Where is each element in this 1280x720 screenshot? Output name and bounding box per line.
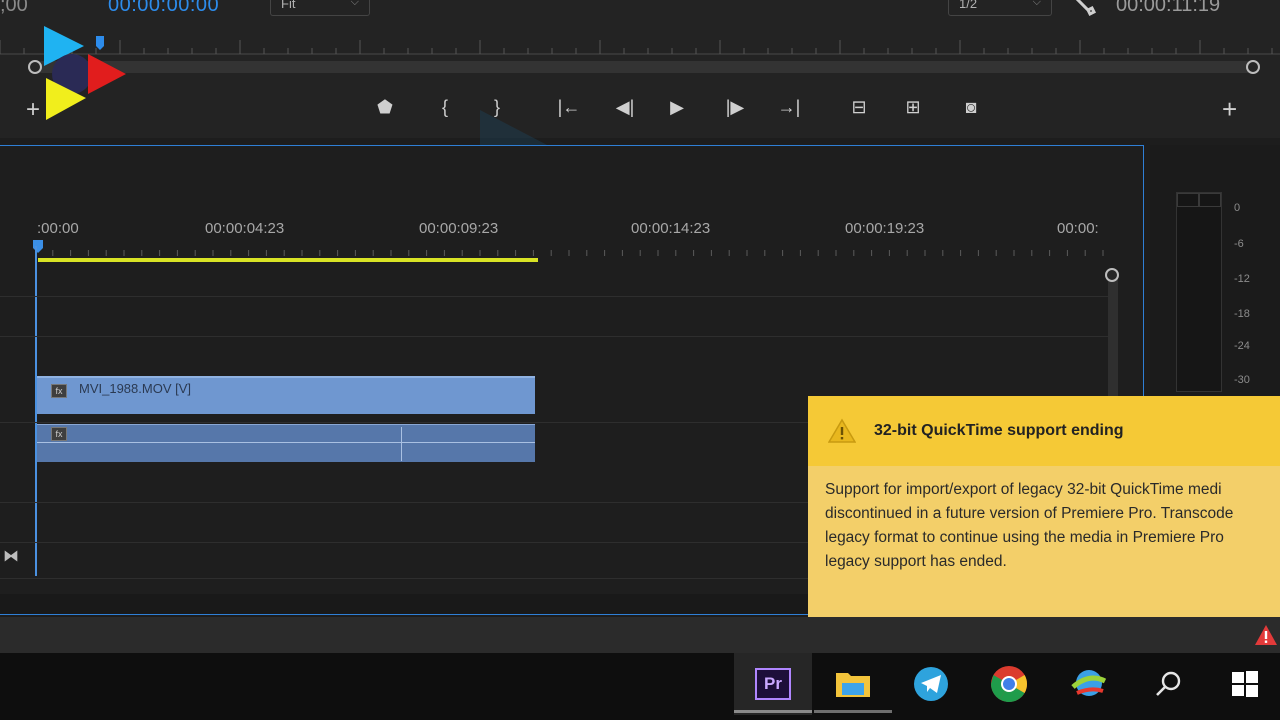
play-icon[interactable]: ▶ — [662, 92, 692, 122]
timecode-left: ;00 — [0, 0, 28, 16]
zoom-level-value: Fit — [281, 0, 296, 11]
notification-title: 32-bit QuickTime support ending — [874, 422, 1124, 439]
meter-peak-right — [1199, 193, 1221, 207]
channel-logo — [44, 26, 126, 120]
ruler-label: :00:00 — [37, 220, 79, 237]
vertical-scroll-handle[interactable] — [1105, 268, 1119, 282]
go-to-out-icon[interactable]: →| — [774, 92, 804, 122]
windows-icon — [1232, 671, 1258, 697]
meter-scale-label: -6 — [1234, 238, 1244, 250]
taskbar-chrome[interactable] — [970, 653, 1048, 715]
chevron-down-icon: ⌵ — [350, 0, 359, 8]
lift-icon[interactable]: ⊟ — [844, 92, 874, 122]
taskbar-start[interactable] — [1206, 653, 1280, 715]
scroll-handle-right[interactable] — [1246, 60, 1260, 74]
telegram-icon — [914, 667, 948, 701]
clip-name: MVI_1988.MOV [V] — [79, 381, 191, 396]
add-button-icon[interactable]: + — [26, 96, 40, 124]
render-status-bar — [38, 258, 538, 262]
meter-peak-left — [1177, 193, 1199, 207]
wrench-icon[interactable] — [1072, 0, 1098, 16]
monitor-time-ruler[interactable] — [0, 36, 1280, 58]
transport-controls: ⬟ {} |← ◀| ▶ |▶ →| ⊟ ⊞ ◙ — [370, 92, 1000, 122]
button-editor-add-icon[interactable]: + — [1222, 94, 1237, 125]
ruler-label: 00:00:04:23 — [205, 220, 285, 237]
warning-icon — [828, 418, 856, 443]
snap-icon[interactable]: ⧓ — [3, 546, 19, 566]
timeline-ruler[interactable] — [35, 238, 1115, 258]
fx-badge-icon: fx — [51, 384, 67, 398]
chevron-down-icon: ⌵ — [1032, 0, 1041, 8]
go-to-in-icon[interactable]: |← — [554, 92, 584, 122]
taskbar-premiere-pro[interactable]: Pr — [734, 653, 812, 715]
notification-body: Support for import/export of legacy 32-b… — [825, 478, 1280, 574]
active-indicator — [734, 710, 812, 713]
chrome-icon — [991, 666, 1028, 703]
audio-clip[interactable]: fx — [37, 424, 535, 462]
ruler-label: 00:00:14:23 — [631, 220, 711, 237]
ruler-label: 00:00:19:23 — [845, 220, 925, 237]
zoom-level-select[interactable]: Fit ⌵ — [270, 0, 370, 16]
audio-meter — [1176, 192, 1222, 392]
playhead-timecode[interactable]: 00:00:00:00 — [108, 0, 219, 17]
mark-out-icon[interactable]: } — [482, 92, 512, 122]
download-manager-icon — [1071, 670, 1107, 696]
quicktime-warning-notification[interactable]: 32-bit QuickTime support ending Support … — [808, 396, 1280, 618]
monitor-zoom-scrollbar[interactable] — [36, 61, 1254, 73]
resolution-value: 1/2 — [959, 0, 978, 11]
status-bar — [0, 617, 1280, 653]
alert-icon[interactable] — [1254, 624, 1278, 646]
search-icon — [1156, 671, 1181, 696]
add-marker-icon[interactable]: ⬟ — [370, 92, 400, 122]
meter-scale-label: -18 — [1234, 308, 1250, 320]
taskbar-telegram[interactable] — [892, 653, 970, 715]
step-forward-icon[interactable]: |▶ — [720, 92, 750, 122]
meter-scale-label: 0 — [1234, 202, 1241, 214]
track-divider — [0, 296, 1109, 297]
notification-header: 32-bit QuickTime support ending — [808, 396, 1280, 466]
notification-line: discontinued in a future version of Prem… — [825, 505, 1234, 522]
meter-scale-label: -24 — [1234, 340, 1250, 352]
notification-line: legacy format to continue using the medi… — [825, 529, 1224, 546]
timeline-vertical-scrollbar[interactable] — [1108, 270, 1118, 398]
export-frame-icon[interactable]: ◙ — [956, 92, 986, 122]
notification-line: legacy support has ended. — [825, 553, 1007, 570]
ruler-label: 00:00:09:23 — [419, 220, 499, 237]
folder-icon — [836, 673, 870, 697]
premiere-pro-icon: Pr — [755, 668, 791, 700]
taskbar-download-manager[interactable] — [1050, 653, 1128, 715]
audio-waveform — [37, 442, 535, 443]
fx-badge-icon: fx — [51, 427, 67, 441]
extract-icon[interactable]: ⊞ — [898, 92, 928, 122]
meter-scale-label: -30 — [1234, 374, 1250, 386]
duration-timecode: 00:00:11:19 — [1116, 0, 1221, 16]
audio-keyframe — [401, 427, 402, 461]
step-back-icon[interactable]: ◀| — [610, 92, 640, 122]
track-divider — [0, 336, 1109, 337]
video-clip[interactable]: fx MVI_1988.MOV [V] — [37, 376, 535, 414]
open-indicator — [814, 710, 892, 713]
meter-scale-label: -12 — [1234, 273, 1250, 285]
taskbar-file-explorer[interactable] — [814, 653, 892, 715]
notification-line: Support for import/export of legacy 32-b… — [825, 481, 1222, 498]
playback-resolution-select[interactable]: 1/2 ⌵ — [948, 0, 1052, 16]
ruler-label: 00:00: — [1057, 220, 1099, 237]
windows-taskbar: Pr — [0, 653, 1280, 720]
taskbar-search[interactable] — [1130, 653, 1208, 715]
mark-in-icon[interactable]: { — [430, 92, 460, 122]
